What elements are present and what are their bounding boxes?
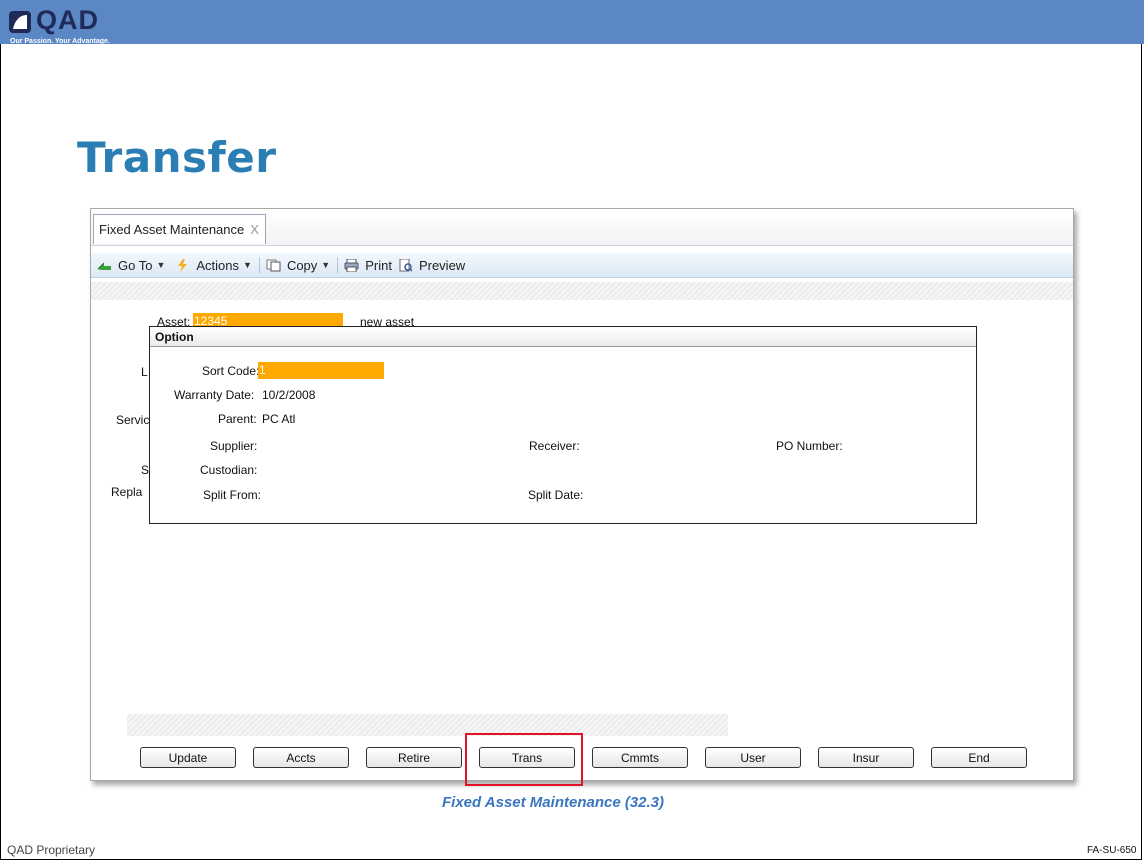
copy-menu[interactable]: Copy ▼ bbox=[266, 258, 330, 273]
option-dialog: Option Sort Code: 1 Warranty Date: 10/2/… bbox=[149, 326, 977, 524]
screen-caption: Fixed Asset Maintenance (32.3) bbox=[442, 794, 665, 811]
parent-label: Parent: bbox=[218, 412, 257, 426]
po-number-label: PO Number: bbox=[776, 439, 843, 453]
split-from-label: Split From: bbox=[203, 488, 262, 502]
sort-code-label: Sort Code: bbox=[202, 364, 260, 378]
dropdown-arrow-icon: ▼ bbox=[321, 260, 331, 270]
goto-arrow-icon bbox=[97, 262, 111, 270]
retire-button[interactable]: Retire bbox=[366, 747, 462, 768]
actions-label: Actions bbox=[196, 257, 240, 273]
warranty-date-label: Warranty Date: bbox=[174, 388, 255, 402]
user-button[interactable]: User bbox=[705, 747, 801, 768]
preview-label: Preview bbox=[418, 257, 466, 273]
supplier-label: Supplier: bbox=[210, 439, 258, 453]
header-bar: QAD Our Passion. Your Advantage. bbox=[0, 0, 1144, 45]
tab-strip: Fixed Asset Maintenance X bbox=[91, 209, 1073, 246]
partial-label-s: S bbox=[141, 463, 150, 477]
accts-button[interactable]: Accts bbox=[253, 747, 349, 768]
logo-tagline: Our Passion. Your Advantage. bbox=[10, 38, 110, 45]
goto-menu[interactable]: Go To ▼ bbox=[97, 258, 165, 273]
tab-label: Fixed Asset Maintenance bbox=[99, 222, 245, 237]
split-date-label: Split Date: bbox=[528, 488, 584, 502]
dialog-title: Option bbox=[150, 327, 976, 347]
print-label: Print bbox=[365, 257, 392, 273]
copy-label: Copy bbox=[286, 257, 318, 273]
preview-icon bbox=[399, 258, 413, 272]
copy-icon bbox=[266, 259, 281, 271]
sort-code-input[interactable]: 1 bbox=[258, 362, 384, 379]
form-footer-band bbox=[127, 714, 728, 736]
goto-label: Go To bbox=[118, 257, 153, 273]
dropdown-arrow-icon: ▼ bbox=[243, 260, 252, 270]
footer-proprietary: QAD Proprietary bbox=[7, 843, 96, 857]
tab-fixed-asset-maintenance[interactable]: Fixed Asset Maintenance X bbox=[93, 214, 266, 244]
partial-label-service: Servic bbox=[116, 413, 150, 427]
printer-icon bbox=[344, 258, 359, 272]
partial-label-l: L bbox=[141, 365, 148, 379]
cmmts-button[interactable]: Cmmts bbox=[592, 747, 688, 768]
close-icon[interactable]: X bbox=[250, 222, 259, 237]
logo-text: QAD bbox=[36, 5, 99, 35]
toolbar: Go To ▼ Actions ▼ Copy ▼ Print Preview bbox=[91, 253, 1073, 278]
slide-title: Transfer bbox=[77, 133, 277, 182]
form-header-band bbox=[91, 282, 1073, 300]
warranty-date-value: 10/2/2008 bbox=[262, 388, 316, 402]
qad-logo-icon bbox=[9, 11, 31, 33]
preview-button[interactable]: Preview bbox=[398, 258, 465, 273]
app-window: Fixed Asset Maintenance X Go To ▼ Action… bbox=[90, 208, 1074, 781]
dropdown-arrow-icon: ▼ bbox=[156, 260, 166, 270]
insur-button[interactable]: Insur bbox=[818, 747, 914, 768]
update-button[interactable]: Update bbox=[140, 747, 236, 768]
toolbar-divider bbox=[337, 257, 339, 273]
footer-code: FA-SU-650 bbox=[1087, 845, 1137, 856]
print-button[interactable]: Print bbox=[344, 258, 392, 273]
parent-value: PC Atl bbox=[262, 412, 296, 426]
toolbar-divider bbox=[258, 257, 260, 273]
actions-menu[interactable]: Actions ▼ bbox=[175, 258, 252, 273]
lightning-icon bbox=[178, 258, 188, 272]
custodian-label: Custodian: bbox=[200, 463, 258, 477]
partial-label-replace: Repla bbox=[111, 485, 143, 499]
receiver-label: Receiver: bbox=[529, 439, 580, 453]
end-button[interactable]: End bbox=[931, 747, 1027, 768]
trans-callout-box bbox=[465, 733, 583, 786]
